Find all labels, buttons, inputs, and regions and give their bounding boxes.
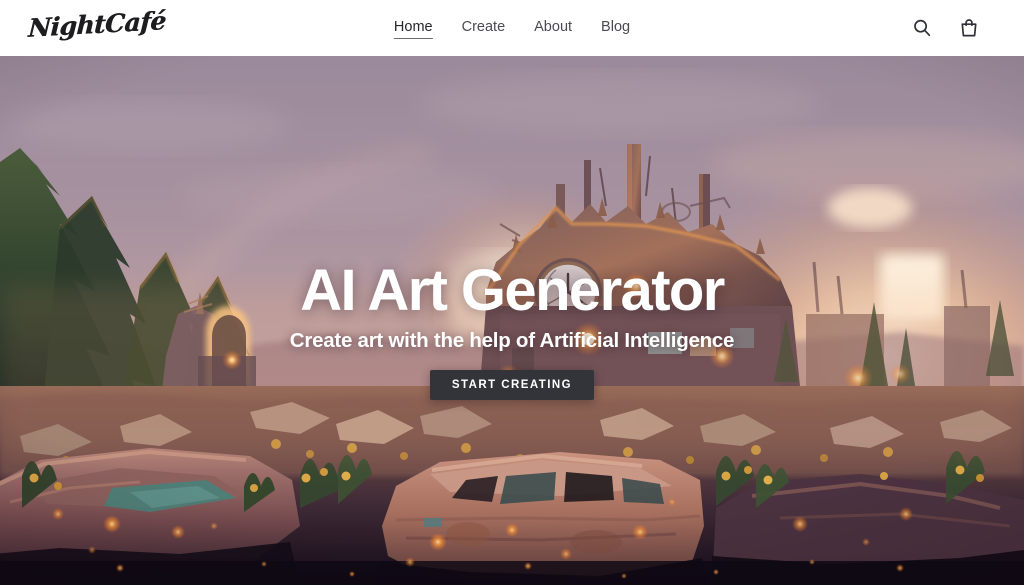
site-logo[interactable]: NightCafé xyxy=(27,6,166,44)
nav-item-about[interactable]: About xyxy=(534,18,572,39)
header-actions xyxy=(911,0,980,56)
main-navigation: Home Create About Blog xyxy=(393,0,630,56)
site-header: NightCafé Home Create About Blog xyxy=(0,0,1024,56)
search-icon[interactable] xyxy=(911,17,933,39)
page-root: NightCafé Home Create About Blog AI Art … xyxy=(0,0,1024,585)
nav-item-create[interactable]: Create xyxy=(462,18,506,39)
start-creating-button[interactable]: START CREATING xyxy=(429,370,595,400)
shopping-bag-icon[interactable] xyxy=(958,17,980,39)
hero-section: AI Art Generator Create art with the hel… xyxy=(0,56,1024,585)
hero-background-artwork xyxy=(0,56,1024,585)
nav-item-blog[interactable]: Blog xyxy=(601,18,630,39)
nav-item-home[interactable]: Home xyxy=(393,18,433,39)
